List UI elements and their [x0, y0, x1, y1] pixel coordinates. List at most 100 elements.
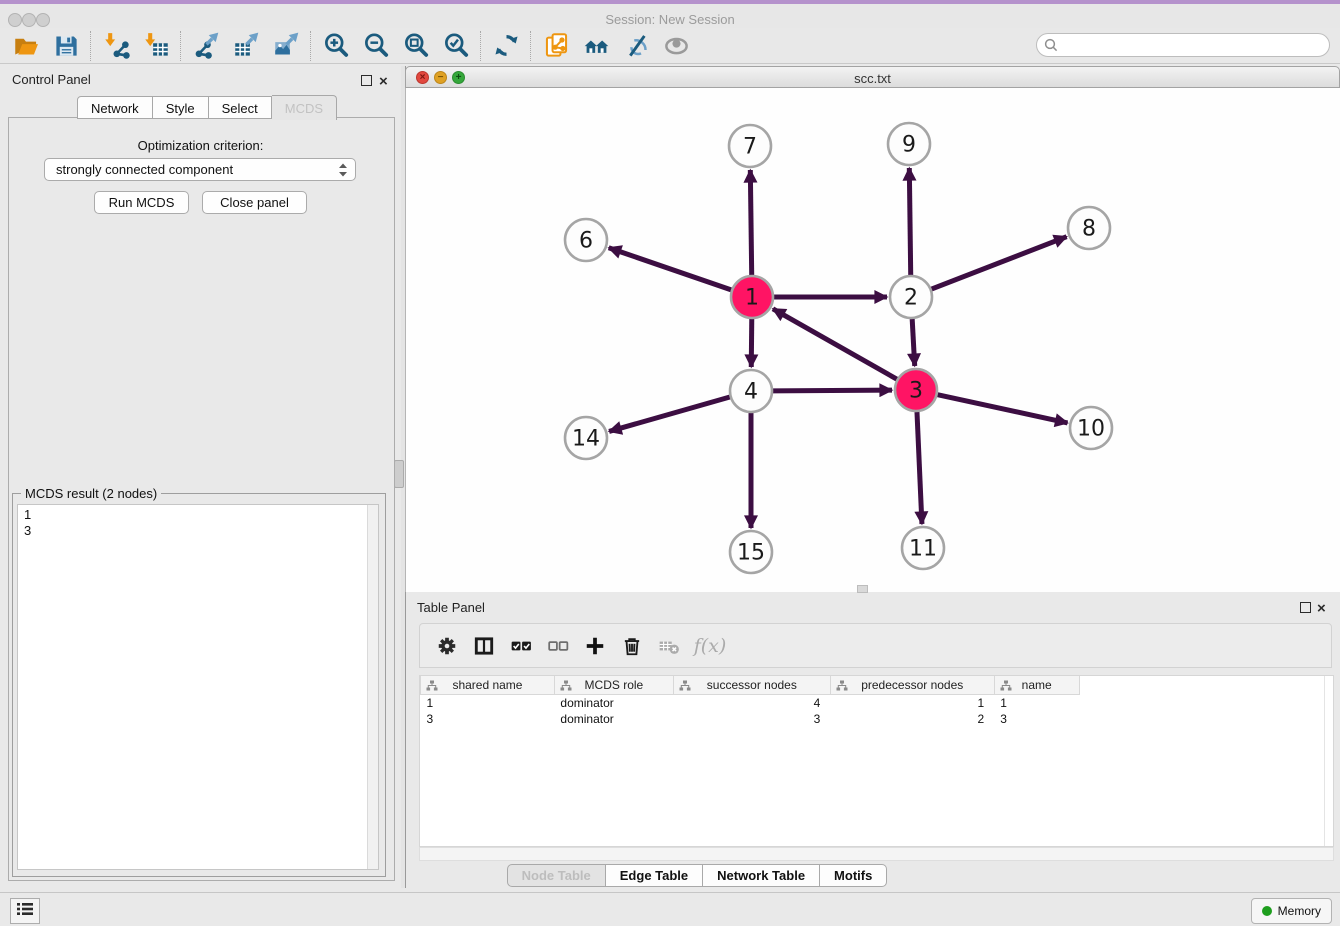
- graph-edge-2-8[interactable]: [932, 237, 1067, 289]
- graph-edge-1-4[interactable]: [751, 319, 752, 367]
- export-network-icon[interactable]: [186, 30, 226, 62]
- open-file-icon[interactable]: [6, 30, 46, 62]
- graph-edge-1-7[interactable]: [750, 170, 751, 275]
- graph-edge-2-3[interactable]: [912, 319, 915, 366]
- add-row-icon[interactable]: [576, 628, 613, 664]
- memory-status-icon: [1262, 906, 1272, 916]
- memory-label: Memory: [1278, 904, 1321, 918]
- save-session-icon[interactable]: [46, 30, 86, 62]
- criterion-select[interactable]: strongly connected component: [44, 158, 356, 181]
- column-header-successor-nodes[interactable]: successor nodes: [673, 676, 830, 695]
- task-history-button[interactable]: [10, 898, 40, 924]
- import-network-icon[interactable]: [96, 30, 136, 62]
- column-header-name[interactable]: name: [994, 676, 1079, 695]
- graph-node-label-3: 3: [909, 379, 923, 404]
- zoom-in-icon[interactable]: [316, 30, 356, 62]
- column-header-empty: [1079, 676, 1333, 695]
- control-panel-close-icon[interactable]: ×: [379, 74, 388, 89]
- new-network-from-selection-icon[interactable]: [536, 30, 576, 62]
- tab-mcds[interactable]: MCDS: [272, 95, 337, 120]
- export-table-icon[interactable]: [226, 30, 266, 62]
- mcds-result-textarea[interactable]: 13: [17, 504, 379, 870]
- graph-edge-3-10[interactable]: [937, 395, 1067, 423]
- network-window-title: scc.txt: [406, 71, 1339, 86]
- graph-edge-1-6[interactable]: [609, 248, 731, 290]
- toolbar-separator: [90, 31, 92, 61]
- list-icon: [15, 899, 35, 924]
- graph-node-label-4: 4: [744, 380, 758, 405]
- refresh-view-icon[interactable]: [486, 30, 526, 62]
- close-panel-button[interactable]: Close panel: [202, 191, 307, 214]
- criterion-select-value: strongly connected component: [56, 162, 233, 177]
- toolbar-separator: [310, 31, 312, 61]
- graph-node-label-14: 14: [572, 427, 600, 452]
- graph-edge-3-11[interactable]: [917, 412, 922, 524]
- titlebar: Session: New Session: [0, 4, 1340, 28]
- toolbar-separator: [530, 31, 532, 61]
- network-resize-handle[interactable]: [857, 585, 868, 593]
- tab-edge-table[interactable]: Edge Table: [606, 864, 703, 887]
- network-graph: 7968124314101511: [406, 88, 1339, 591]
- toolbar-separator: [180, 31, 182, 61]
- column-settings-icon[interactable]: [428, 628, 465, 664]
- result-line: 1: [24, 507, 378, 523]
- delete-rows-icon[interactable]: [613, 628, 650, 664]
- select-all-rows-icon[interactable]: [502, 628, 539, 664]
- zoom-out-icon[interactable]: [356, 30, 396, 62]
- graph-node-label-1: 1: [745, 286, 759, 311]
- tab-motifs[interactable]: Motifs: [820, 864, 887, 887]
- column-header-predecessor-nodes[interactable]: predecessor nodes: [830, 676, 994, 695]
- hide-selected-icon[interactable]: [616, 30, 656, 62]
- table-scrollbar-gutter[interactable]: [1324, 676, 1325, 846]
- tab-select[interactable]: Select: [209, 96, 272, 119]
- table-hscrollbar[interactable]: [419, 847, 1334, 861]
- graph-edge-2-9[interactable]: [909, 168, 910, 275]
- show-all-icon[interactable]: [656, 30, 696, 62]
- graph-node-label-2: 2: [904, 286, 918, 311]
- show-column-list-icon[interactable]: [465, 628, 502, 664]
- graph-node-label-9: 9: [902, 133, 916, 158]
- search-field[interactable]: [1036, 33, 1330, 57]
- table-row[interactable]: 3dominator323: [421, 711, 1334, 727]
- export-image-icon[interactable]: [266, 30, 306, 62]
- graph-edge-3-1[interactable]: [773, 309, 897, 379]
- result-scrollbar[interactable]: [367, 505, 378, 869]
- deselect-all-rows-icon[interactable]: [539, 628, 576, 664]
- graph-node-label-11: 11: [909, 537, 937, 562]
- network-canvas[interactable]: 7968124314101511: [405, 88, 1340, 592]
- splitter-handle[interactable]: [394, 460, 404, 488]
- column-header-shared-name[interactable]: shared name: [421, 676, 555, 695]
- import-table-icon[interactable]: [136, 30, 176, 62]
- application-window: Session: New Session Control Panel × Net…: [0, 0, 1340, 926]
- table-panel-float-icon[interactable]: [1300, 601, 1311, 616]
- apply-function-button: f(x): [687, 628, 733, 664]
- tab-network[interactable]: Network: [77, 96, 153, 119]
- graph-edge-4-3[interactable]: [773, 390, 892, 391]
- zoom-selected-icon[interactable]: [436, 30, 476, 62]
- result-line: 3: [24, 523, 378, 539]
- tab-style[interactable]: Style: [153, 96, 209, 119]
- mcds-result-title: MCDS result (2 nodes): [21, 486, 161, 501]
- first-neighbors-icon[interactable]: [576, 30, 616, 62]
- memory-button[interactable]: Memory: [1251, 898, 1332, 924]
- toolbar-separator: [480, 31, 482, 61]
- run-mcds-button[interactable]: Run MCDS: [94, 191, 189, 214]
- graph-node-label-6: 6: [579, 229, 593, 254]
- table-row[interactable]: 1dominator411: [421, 695, 1334, 712]
- status-bar: Memory: [0, 892, 1340, 926]
- tab-network-table[interactable]: Network Table: [703, 864, 820, 887]
- control-panel-float-icon[interactable]: [361, 74, 372, 89]
- table-tabs-row: Node TableEdge TableNetwork TableMotifs: [0, 864, 1340, 887]
- network-window-titlebar[interactable]: × − + scc.txt: [405, 66, 1340, 88]
- select-stepper-icon: [337, 162, 349, 181]
- graph-edge-4-14[interactable]: [609, 397, 730, 431]
- tab-node-table[interactable]: Node Table: [507, 864, 606, 887]
- zoom-fit-icon[interactable]: [396, 30, 436, 62]
- table-toolbar: f(x): [419, 623, 1332, 668]
- delete-columns-icon: [650, 628, 687, 664]
- node-table: shared nameMCDS rolesuccessor nodesprede…: [419, 675, 1334, 847]
- table-panel-close-icon[interactable]: ×: [1317, 601, 1326, 616]
- search-input[interactable]: [1063, 35, 1322, 55]
- table-panel-title: Table Panel: [417, 600, 485, 615]
- column-header-MCDS-role[interactable]: MCDS role: [554, 676, 673, 695]
